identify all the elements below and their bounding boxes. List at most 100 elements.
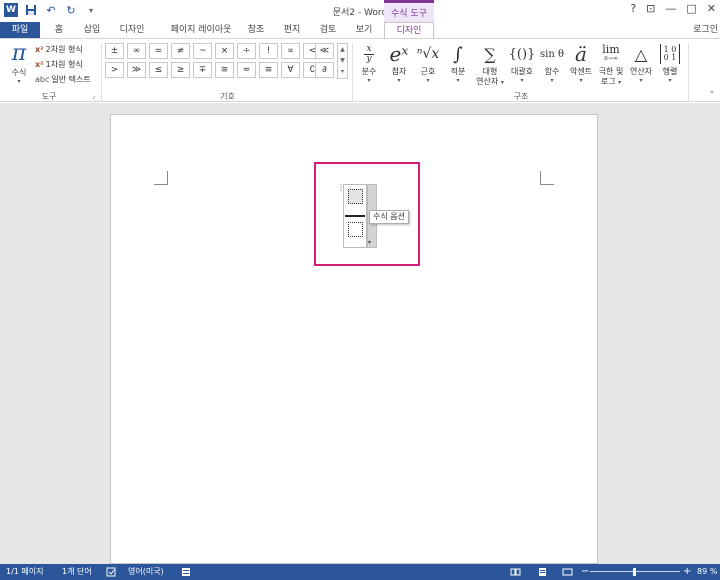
sign-in-link[interactable]: 로그인 xyxy=(693,22,718,39)
symbols-scrollbar[interactable]: ▲ ▼ ▾ xyxy=(337,43,348,79)
fraction-button[interactable]: xy 분수 ▾ xyxy=(356,41,382,84)
symbol-button[interactable]: ∓ xyxy=(193,62,212,78)
symbol-button[interactable]: ∀ xyxy=(281,62,300,78)
symbols-gallery: ± ∞ = ≠ ~ × ÷ ! ∝ < > ≫ ≤ ≥ ∓ ≅ ≈ ≡ ∀ ∁ xyxy=(105,43,335,78)
read-mode-icon[interactable] xyxy=(510,564,521,580)
chevron-down-icon: ▾ xyxy=(550,77,554,84)
script-button[interactable]: eˣ 첨자 ▾ xyxy=(384,41,414,84)
matrix-icon: 1 00 1 xyxy=(660,44,680,64)
symbol-button[interactable]: ≫ xyxy=(127,62,146,78)
symbol-button[interactable]: ∝ xyxy=(281,43,300,59)
tools-dialog-launcher-icon[interactable]: ⌟ xyxy=(92,92,95,100)
equation-button[interactable]: π 수식 ▾ xyxy=(6,41,32,85)
operator-label: 연산자 xyxy=(629,67,653,76)
equation-label: 수식 xyxy=(11,68,27,77)
symbol-button[interactable]: ≡ xyxy=(259,62,278,78)
symbol-button[interactable]: ≪ xyxy=(315,43,334,59)
maximize-button[interactable]: □ xyxy=(686,2,696,15)
symbol-button[interactable]: ≠ xyxy=(171,43,190,59)
integral-button[interactable]: ∫ 적분 ▾ xyxy=(444,41,472,85)
zoom-level[interactable]: 89 % xyxy=(697,564,717,580)
vertical-scrollbar[interactable] xyxy=(708,103,720,564)
denominator-placeholder[interactable] xyxy=(348,222,363,237)
tab-insert[interactable]: 삽입 xyxy=(80,22,104,39)
tab-home[interactable]: 홈 xyxy=(50,22,68,39)
symbol-button[interactable]: ≤ xyxy=(149,62,168,78)
tab-view[interactable]: 보기 xyxy=(352,22,376,39)
word-count[interactable]: 1개 단어 xyxy=(62,564,92,580)
tab-file[interactable]: 파일 xyxy=(0,22,40,39)
title-bar: W ↶ ↻ ▾ 문서2 - Word 수식 도구 ? ⊡ — □ ✕ xyxy=(0,0,720,22)
limit-log-button[interactable]: lim n→∞ 극한 및 로그 ▾ xyxy=(596,41,626,88)
web-layout-icon[interactable] xyxy=(562,564,573,580)
page-count[interactable]: 1/1 페이지 xyxy=(6,564,44,580)
normal-text-icon: abc xyxy=(35,75,50,84)
linear-button[interactable]: x² 1차원 형식 xyxy=(35,57,83,72)
zoom-out-button[interactable]: − xyxy=(581,564,589,580)
symbol-button[interactable]: ~ xyxy=(193,43,212,59)
tab-review[interactable]: 검토 xyxy=(316,22,340,39)
zoom-slider[interactable] xyxy=(590,568,680,576)
scroll-up-icon[interactable]: ▲ xyxy=(338,44,347,55)
chevron-down-icon: ▾ xyxy=(520,77,524,84)
language[interactable]: 영어(미국) xyxy=(128,564,164,580)
symbol-button[interactable]: > xyxy=(105,62,124,78)
margin-corner-top-right xyxy=(540,171,554,185)
professional-button[interactable]: x² 2차원 형식 xyxy=(35,42,83,57)
limit-log-label-2: 로그 xyxy=(600,77,616,86)
proofing-icon[interactable] xyxy=(106,564,116,580)
equation-options-dropdown-icon[interactable]: ▾ xyxy=(368,239,371,246)
collapse-ribbon-icon[interactable]: ˄ xyxy=(710,91,715,101)
linear-label: 1차원 형식 xyxy=(45,60,83,69)
symbol-button[interactable]: × xyxy=(215,43,234,59)
chevron-down-icon: ▾ xyxy=(397,77,401,84)
normal-text-label: 일반 텍스트 xyxy=(51,75,91,84)
symbol-button[interactable]: ≥ xyxy=(171,62,190,78)
bracket-icon: {()} xyxy=(508,46,536,62)
zoom-in-button[interactable]: + xyxy=(683,564,691,580)
more-symbols-icon[interactable]: ▾ xyxy=(338,66,347,77)
tab-page-layout[interactable]: 페이지 레이아웃 xyxy=(162,22,240,39)
ribbon-display-button[interactable]: ⊡ xyxy=(646,2,655,15)
symbol-button[interactable]: ± xyxy=(105,43,124,59)
accent-button[interactable]: ä 악센트 ▾ xyxy=(566,41,596,84)
group-divider xyxy=(101,43,102,101)
zoom-slider-thumb[interactable] xyxy=(633,568,637,576)
fraction-icon: xy xyxy=(364,43,374,64)
bracket-button[interactable]: {()} 대괄호 ▾ xyxy=(507,41,537,85)
symbol-button[interactable]: ≈ xyxy=(237,62,256,78)
tab-references[interactable]: 참조 xyxy=(244,22,268,39)
chevron-down-icon: ▾ xyxy=(668,77,672,84)
macro-icon[interactable] xyxy=(181,564,191,580)
close-button[interactable]: ✕ xyxy=(707,2,716,15)
numerator-placeholder[interactable] xyxy=(348,189,363,204)
document-title: 문서2 - Word xyxy=(332,8,388,18)
ribbon-tabs: 파일 홈 삽입 디자인 페이지 레이아웃 참조 편지 검토 보기 디자인 xyxy=(0,22,720,40)
symbol-button[interactable]: ! xyxy=(259,43,278,59)
symbol-button[interactable]: ≅ xyxy=(215,62,234,78)
operator-button[interactable]: △ 연산자 ▾ xyxy=(626,41,656,85)
help-button[interactable]: ? xyxy=(630,2,636,15)
symbol-button[interactable]: ∂ xyxy=(315,62,334,78)
chevron-down-icon: ▾ xyxy=(367,77,371,84)
scroll-down-icon[interactable]: ▼ xyxy=(338,55,347,66)
tab-design[interactable]: 디자인 xyxy=(115,22,149,39)
print-layout-icon[interactable] xyxy=(537,564,548,580)
minimize-button[interactable]: — xyxy=(665,2,676,15)
document-page[interactable]: ⋮ ▾ 수식 옵션 xyxy=(110,114,598,564)
radical-button[interactable]: ⁿ√x 근호 ▾ xyxy=(414,41,442,84)
symbol-button[interactable]: = xyxy=(149,43,168,59)
tab-mailings[interactable]: 편지 xyxy=(280,22,304,39)
accent-icon: ä xyxy=(575,42,587,66)
equation-container[interactable] xyxy=(343,184,367,248)
integral-label: 적분 xyxy=(450,67,466,76)
accent-label: 악센트 xyxy=(569,67,593,76)
normal-text-button[interactable]: abc 일반 텍스트 xyxy=(35,72,91,87)
margin-corner-top-left xyxy=(154,171,168,185)
function-button[interactable]: sin θ 함수 ▾ xyxy=(537,41,567,85)
equation-options-tooltip: 수식 옵션 xyxy=(369,210,409,224)
matrix-button[interactable]: 1 00 1 행렬 ▾ xyxy=(657,41,683,84)
symbol-button[interactable]: ÷ xyxy=(237,43,256,59)
symbol-button[interactable]: ∞ xyxy=(127,43,146,59)
large-operator-button[interactable]: ∑ 대형 연산자 ▾ xyxy=(473,41,507,88)
